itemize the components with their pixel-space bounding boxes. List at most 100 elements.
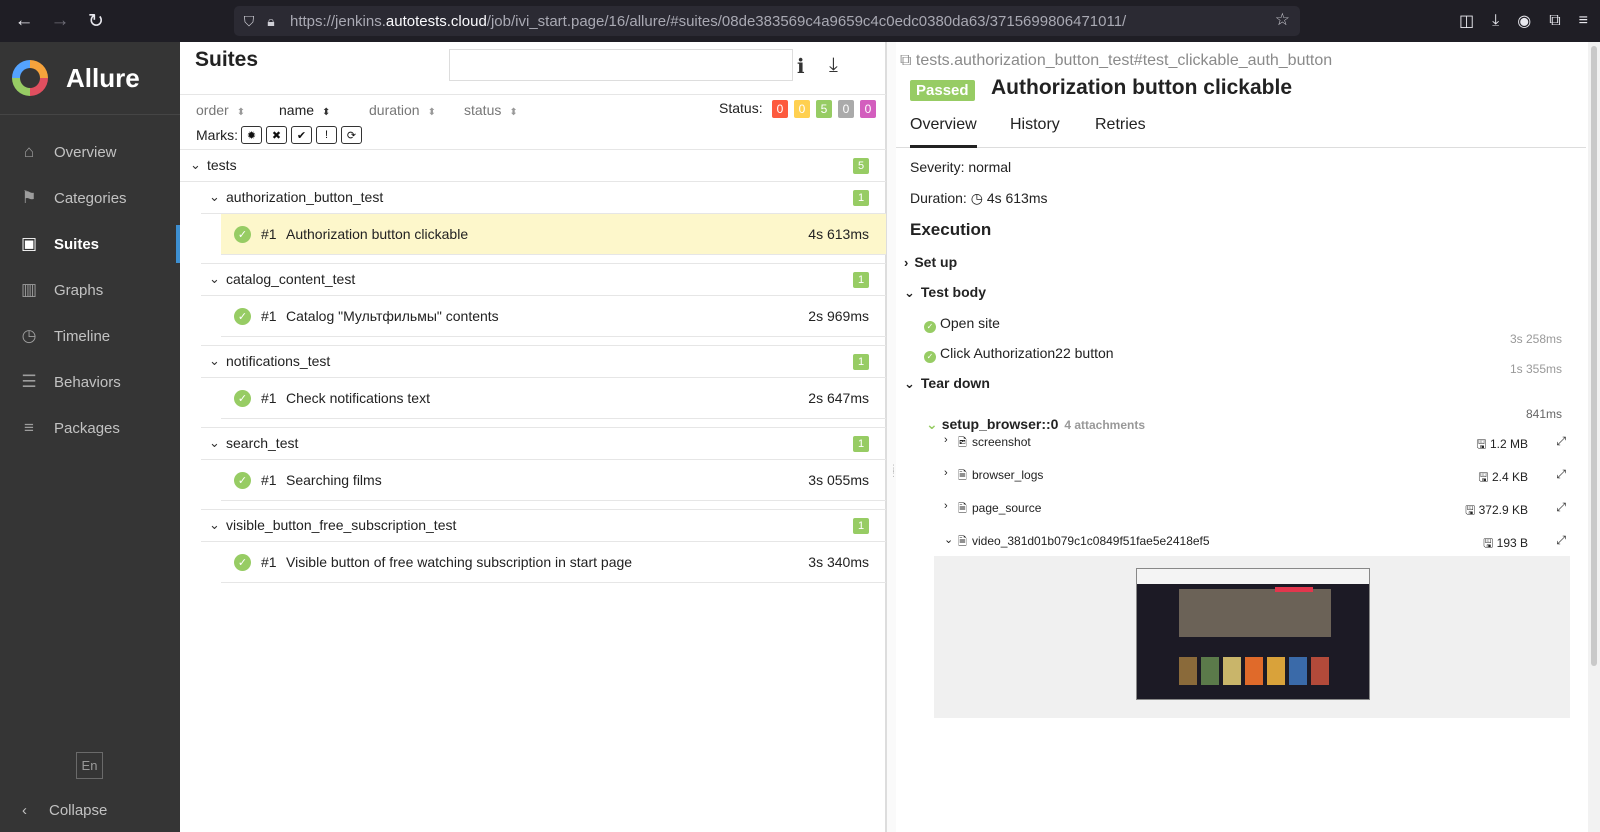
language-button[interactable]: En (76, 752, 103, 779)
address-bar[interactable]: ⛉ 🔒︎ https://jenkins.autotests.cloud/job… (234, 6, 1300, 36)
mark-new-failed-icon[interactable]: ✖ (266, 126, 287, 144)
attachment-name: browser_logs (972, 468, 1044, 482)
code-file-icon: 🗎︎ (958, 503, 967, 515)
test-name: Searching films (286, 472, 382, 488)
status-unknown-badge[interactable]: 0 (860, 100, 876, 118)
video-player[interactable] (1136, 568, 1370, 700)
test-duration: 3s 055ms (808, 472, 869, 488)
expand-icon[interactable]: ⤢ (1556, 434, 1566, 449)
test-name: Check notifications text (286, 390, 430, 406)
allure-logo[interactable]: Allure (0, 42, 180, 115)
back-arrow-icon[interactable]: ← (6, 3, 42, 39)
status-badge: Passed (910, 80, 975, 101)
copy-icon[interactable]: ⧉ (900, 52, 916, 69)
test-body-section[interactable]: ⌄ Test body (904, 284, 986, 301)
shield-icon[interactable]: ⛉ (238, 13, 260, 30)
account-icon[interactable]: ◉ (1517, 11, 1531, 31)
sidebar-item-categories[interactable]: ⚑ Categories (0, 175, 180, 221)
expand-icon[interactable]: ⤢ (1556, 467, 1566, 482)
test-row[interactable]: ✓ #1 Authorization button clickable 4s 6… (221, 214, 886, 255)
sort-duration[interactable]: duration ⬍ (369, 102, 436, 118)
suite-header[interactable]: ⌄ search_test 1 (201, 428, 886, 460)
download-icon[interactable]: ⤓ (1492, 12, 1499, 30)
status-failed-badge[interactable]: 0 (772, 100, 788, 118)
teardown-section[interactable]: ⌄ Tear down (904, 375, 990, 392)
suite-group: ⌄ catalog_content_test 1 ✓ #1 Catalog "М… (180, 264, 886, 346)
suite-header[interactable]: ⌄ visible_button_free_subscription_test … (201, 510, 886, 542)
briefcase-icon: ▣ (20, 234, 38, 253)
pocket-icon[interactable]: ◫ (1459, 11, 1474, 31)
scrollbar-thumb[interactable] (1591, 46, 1597, 666)
test-row[interactable]: ✓ #1 Visible button of free watching sub… (221, 542, 886, 583)
step-row[interactable]: ✓ Click Authorization22 button (924, 345, 1114, 363)
mark-new-broken-icon[interactable]: ! (316, 126, 337, 144)
attachment-row[interactable]: › 🖻︎ screenshot 🖫︎ 1.2 MB ⤢ (944, 434, 1568, 454)
chevron-left-icon: ‹ (22, 802, 27, 819)
test-row[interactable]: ✓ #1 Searching films 3s 055ms (221, 460, 886, 501)
sidebar-item-label: Suites (54, 235, 100, 253)
expand-icon[interactable]: ⤢ (1556, 533, 1566, 548)
suites-panel: Suites ℹ ⤓ order ⬍ name ⬍ duration ⬍ status… (180, 42, 886, 832)
test-row[interactable]: ✓ #1 Check notifications text 2s 647ms (221, 378, 886, 419)
mark-flaky-icon[interactable]: ✹ (241, 126, 262, 144)
step-row[interactable]: ✓ Open site (924, 315, 1000, 333)
count-badge: 1 (853, 354, 869, 370)
url-text: https://jenkins.autotests.cloud/job/ivi_… (290, 12, 1127, 30)
suite-name: visible_button_free_subscription_test (226, 517, 457, 533)
status-skipped-badge[interactable]: 0 (838, 100, 854, 118)
chevron-down-icon: ⌄ (209, 517, 220, 532)
chevron-right-icon: › (944, 500, 948, 512)
expand-icon[interactable]: ⤢ (1556, 500, 1566, 515)
pane-splitter[interactable]: ⋮ ⋮ (886, 42, 898, 832)
suite-header[interactable]: ⌄ notifications_test 1 (201, 346, 886, 378)
sort-order[interactable]: order ⬍ (196, 102, 245, 118)
menu-icon[interactable]: ≡ (1579, 12, 1588, 30)
test-row[interactable]: ✓ #1 Catalog "Мультфильмы" contents 2s 9… (221, 296, 886, 337)
suite-header[interactable]: ⌄ authorization_button_test 1 (201, 182, 886, 214)
attachment-size: 🖫︎ 1.2 MB (1476, 437, 1528, 451)
lock-icon[interactable]: 🔒︎ (260, 13, 282, 30)
tab-overview[interactable]: Overview (910, 116, 977, 148)
attachment-size: 🖫︎ 2.4 KB (1478, 470, 1528, 484)
collapse-button[interactable]: ‹ Collapse (22, 802, 107, 819)
search-input[interactable] (449, 49, 793, 81)
passed-check-icon: ✓ (234, 308, 251, 325)
attachment-row[interactable]: › 🗎︎ page_source 🖫︎ 372.9 KB ⤢ (944, 500, 1568, 520)
sidebar-item-graphs[interactable]: ▥ Graphs (0, 267, 180, 313)
attachment-row[interactable]: › 🗎︎ browser_logs 🖫︎ 2.4 KB ⤢ (944, 467, 1568, 487)
tab-history[interactable]: History (1010, 116, 1060, 134)
test-number: #1 (261, 226, 277, 242)
scrollbar[interactable] (1588, 42, 1600, 832)
sort-status[interactable]: status ⬍ (464, 102, 518, 118)
reload-icon[interactable]: ↻ (78, 3, 114, 39)
mark-retries-icon[interactable]: ⟳ (341, 126, 362, 144)
status-passed-badge[interactable]: 5 (816, 100, 832, 118)
sidebar-item-label: Timeline (54, 327, 111, 345)
sort-name[interactable]: name ⬍ (279, 102, 330, 118)
tree-root-tests[interactable]: ⌄ tests 5 (180, 150, 886, 182)
download-icon[interactable]: ⤓ (829, 54, 838, 77)
setup-section[interactable]: › Set up (904, 254, 957, 270)
sidebar-item-behaviors[interactable]: ☰ Behaviors (0, 359, 180, 405)
sidebar-item-packages[interactable]: ≡ Packages (0, 405, 180, 451)
info-icon[interactable]: ℹ (797, 54, 805, 79)
count-badge: 1 (853, 272, 869, 288)
extensions-icon[interactable]: ⧉ (1549, 12, 1560, 30)
mark-new-passed-icon[interactable]: ✔ (291, 126, 312, 144)
sidebar-item-suites[interactable]: ▣ Suites (0, 221, 180, 267)
status-broken-badge[interactable]: 0 (794, 100, 810, 118)
forward-arrow-icon[interactable]: → (42, 3, 78, 39)
suite-name: notifications_test (226, 353, 331, 369)
chevron-down-icon: ⌄ (209, 271, 220, 286)
suite-header[interactable]: ⌄ catalog_content_test 1 (201, 264, 886, 296)
passed-check-icon: ✓ (234, 390, 251, 407)
fixture-row[interactable]: ⌄ setup_browser::0 4 attachments (926, 416, 1145, 433)
tab-retries[interactable]: Retries (1095, 116, 1146, 134)
attachment-size: 🖫︎ 372.9 KB (1465, 503, 1528, 517)
sidebar-item-overview[interactable]: ⌂ Overview (0, 129, 180, 175)
bookmark-star-icon[interactable]: ☆ (1275, 10, 1290, 30)
test-number: #1 (261, 390, 277, 406)
sidebar-item-timeline[interactable]: ◷ Timeline (0, 313, 180, 359)
flag-icon: ⚑ (21, 188, 37, 207)
attachment-row[interactable]: ⌄ 🗎︎ video_381d01b079c1c0849f51fae5e2418e… (944, 533, 1568, 553)
